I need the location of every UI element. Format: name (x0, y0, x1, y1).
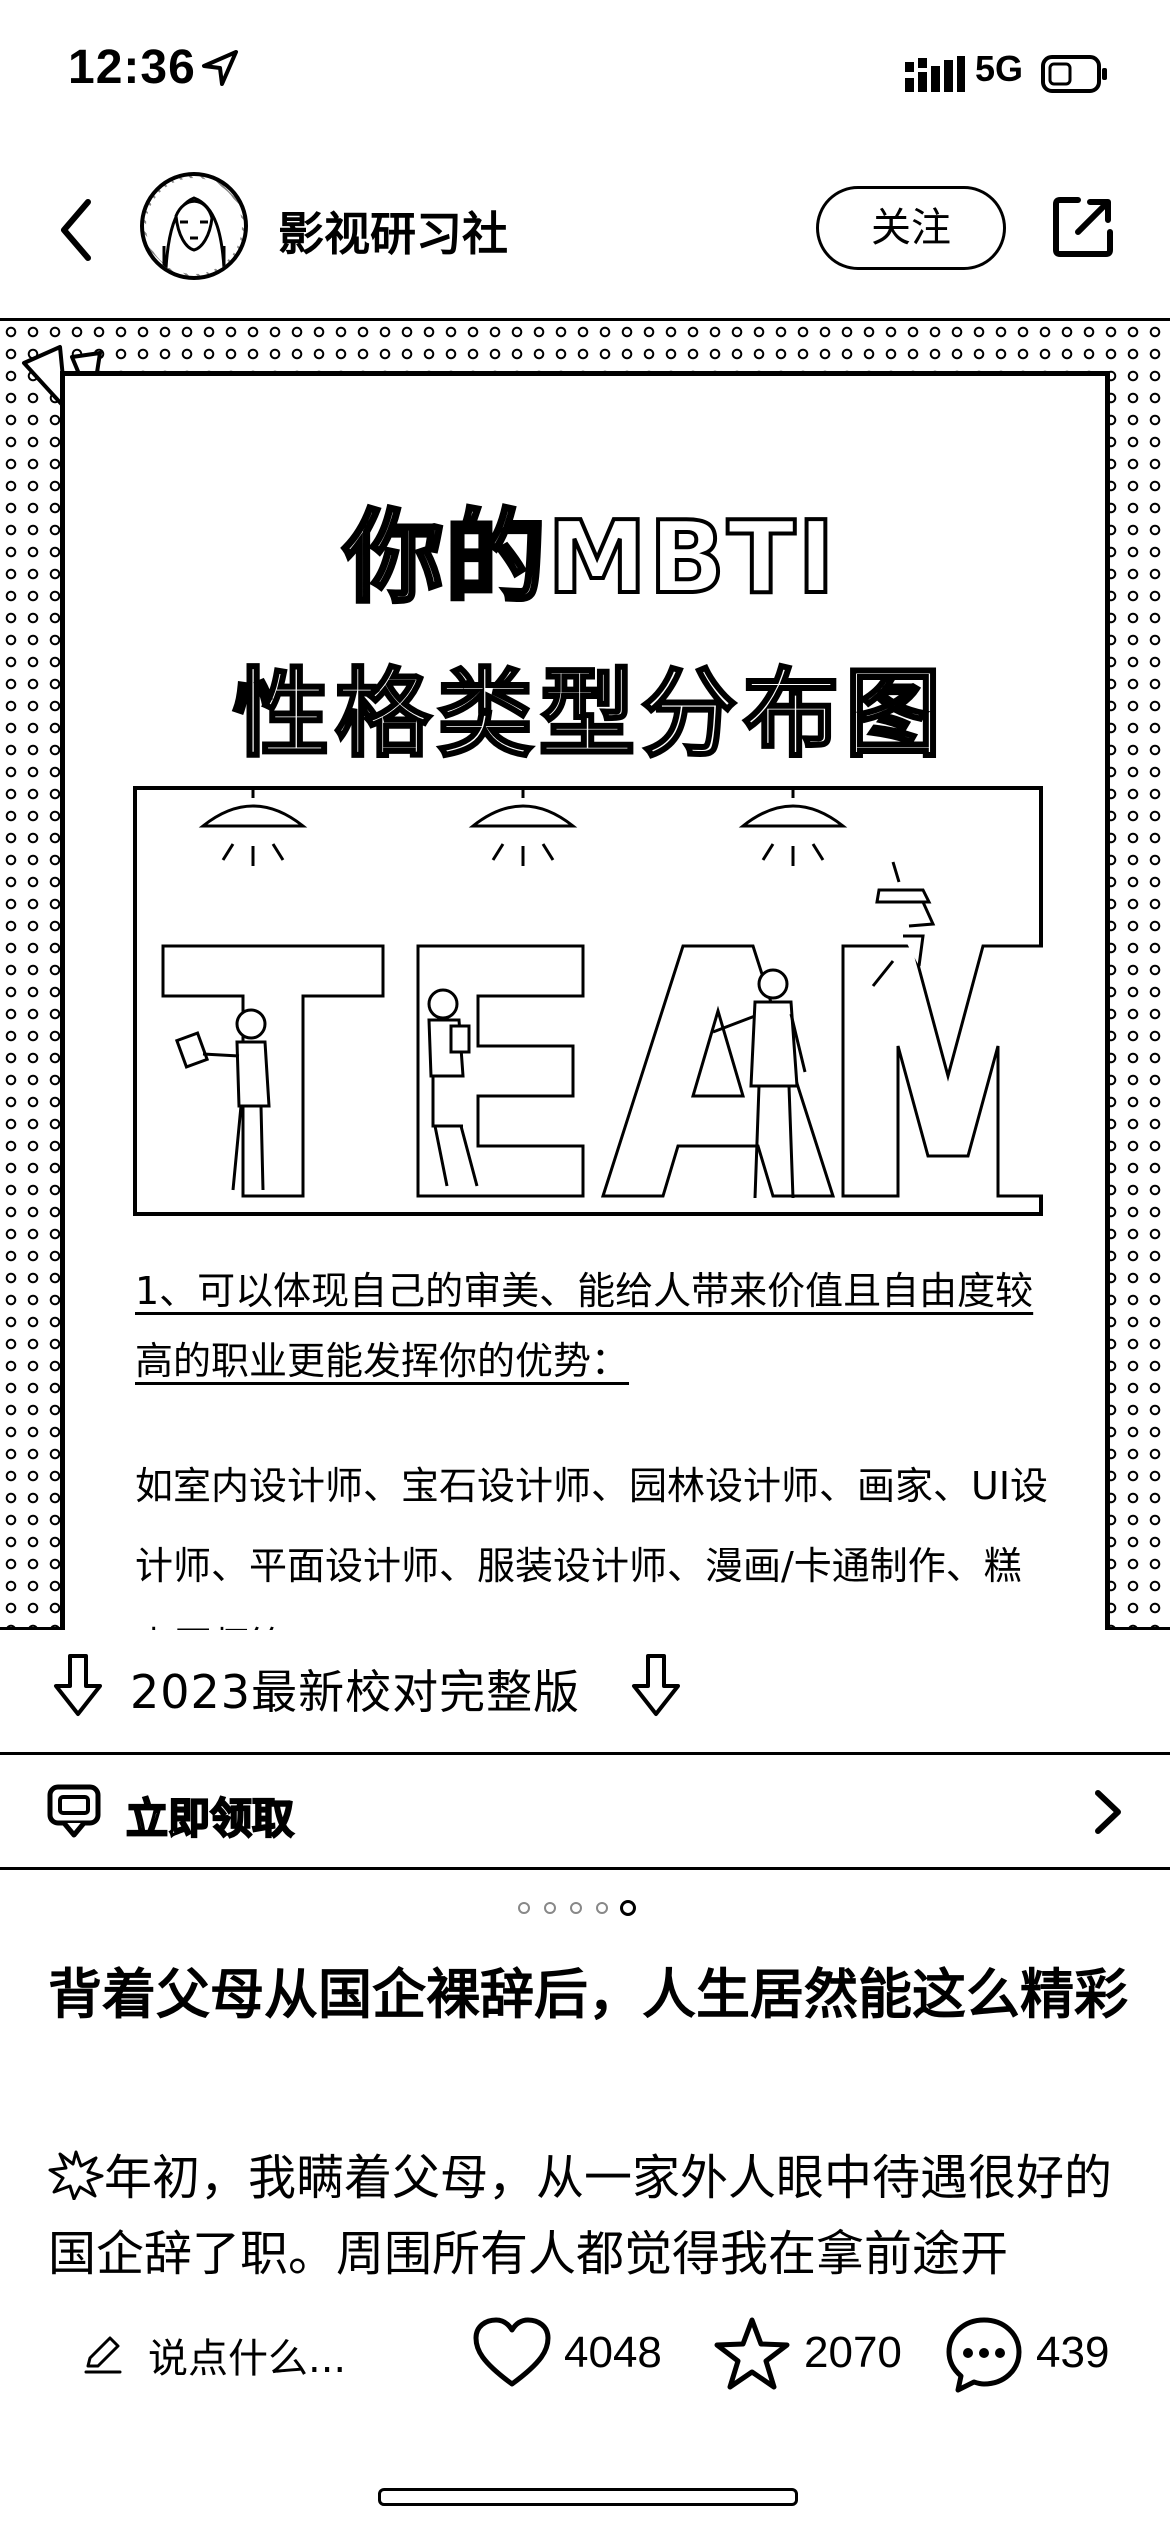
share-icon[interactable] (1050, 194, 1116, 260)
home-indicator[interactable] (378, 2488, 798, 2506)
post-image-carousel[interactable]: 你的MBTI 性格类型分布图 1、可以体现自己的审美、能给人带来价值且自由度较高… (0, 318, 1170, 1668)
comment-count: 439 (1036, 2328, 1110, 2377)
pencil-icon (84, 2336, 122, 2374)
post-header: 影视研习社 关注 (0, 150, 1170, 310)
avatar-portrait-icon (146, 178, 242, 274)
comment-button[interactable]: 439 (944, 2310, 1144, 2400)
like-count: 4048 (564, 2328, 662, 2377)
location-arrow-icon (202, 50, 238, 86)
carousel-pager (518, 1900, 658, 1920)
cellular-signal-icon (905, 56, 965, 92)
pager-dot[interactable] (544, 1902, 556, 1914)
author-name[interactable]: 影视研习社 (278, 198, 508, 264)
follow-button[interactable]: 关注 (816, 186, 1006, 270)
like-button[interactable]: 4048 (472, 2310, 682, 2400)
bottom-action-bar: 说点什么... 4048 2070 439 (0, 2280, 1170, 2420)
comment-input[interactable]: 说点什么... (80, 2318, 410, 2388)
poster-panel: 你的MBTI 性格类型分布图 1、可以体现自己的审美、能给人带来价值且自由度较高… (60, 371, 1110, 1668)
comment-bubble-icon (946, 2317, 1022, 2393)
collision-emoji-icon (48, 2150, 104, 2200)
arrow-down-icon (54, 1654, 102, 1716)
battery-icon (1041, 55, 1107, 93)
back-icon[interactable] (48, 190, 108, 270)
heart-icon (473, 2317, 551, 2387)
pager-dot[interactable] (570, 1902, 582, 1914)
status-bar: 12:36 5G (0, 0, 1170, 150)
pager-dot[interactable] (518, 1902, 530, 1914)
author-avatar[interactable] (140, 172, 248, 280)
collect-count: 2070 (804, 2328, 902, 2377)
post-title: 背着父母从国企裸辞后，人生居然能这么精彩 (48, 1963, 1128, 2026)
pager-dot-active[interactable] (620, 1900, 636, 1916)
claim-bar[interactable]: 立即领取 (0, 1752, 1170, 1870)
arrow-down-icon (632, 1654, 680, 1716)
team-illustration (133, 786, 1043, 1216)
network-type: 5G (975, 48, 1024, 89)
collect-button[interactable]: 2070 (712, 2310, 912, 2400)
post-body-text: 年初，我瞒着父母，从一家外人眼中待遇很好的国企辞了职。周围所有人都觉得我在拿前途… (48, 2150, 1113, 2280)
chevron-right-icon[interactable] (1090, 1787, 1126, 1837)
chat-bubble-icon (47, 1784, 101, 1838)
status-time: 12:36 (68, 41, 196, 94)
download-banner[interactable]: 2023最新校对完整版 (0, 1630, 1170, 1750)
comment-placeholder: 说点什么... (148, 2336, 347, 2382)
poster-title: 你的MBTI (341, 497, 837, 618)
advantage-heading: 1、可以体现自己的审美、能给人带来价值且自由度较高的职业更能发挥你的优势： (135, 1269, 1034, 1383)
banner-text: 2023最新校对完整版 (130, 1665, 581, 1719)
claim-button-label[interactable]: 立即领取 (125, 1785, 295, 1846)
star-icon (714, 2317, 790, 2390)
post-body[interactable]: 年初，我瞒着父母，从一家外人眼中待遇很好的国企辞了职。周围所有人都觉得我在拿前途… (48, 2140, 1128, 2280)
poster-subtitle: 性格类型分布图 (232, 657, 947, 772)
pager-dot[interactable] (596, 1902, 608, 1914)
